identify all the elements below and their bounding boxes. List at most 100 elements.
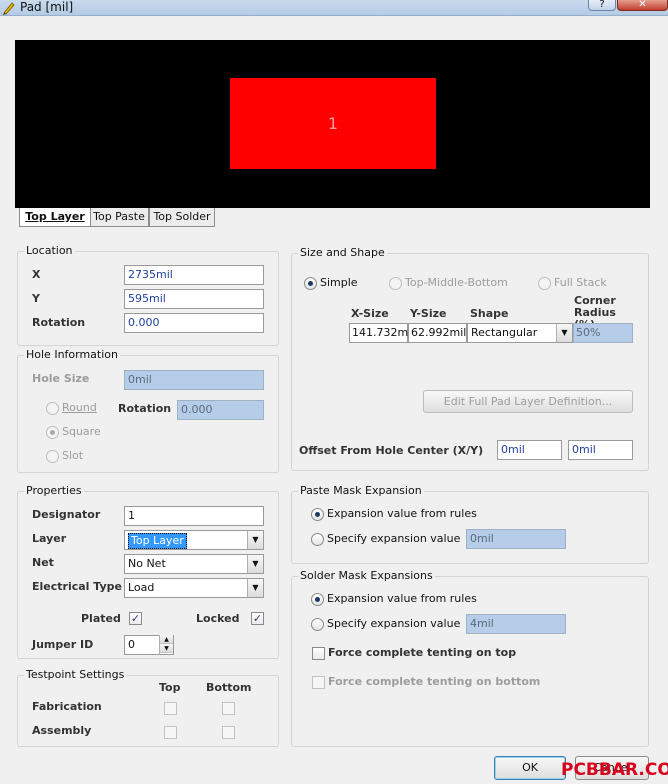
solder-specify-label: Specify expansion value xyxy=(327,617,461,630)
pad-app-icon xyxy=(3,2,15,15)
shape-select[interactable]: Rectangular ▼ xyxy=(467,323,573,343)
col-shape-header: Shape xyxy=(470,307,509,320)
shape-tmb-radio[interactable] xyxy=(389,277,402,290)
tab-top-layer[interactable]: Top Layer xyxy=(19,208,91,227)
tent-bottom-label: Force complete tenting on bottom xyxy=(328,675,541,688)
spin-up-icon[interactable]: ▲ xyxy=(160,635,173,644)
pad-number: 1 xyxy=(327,114,339,133)
fabrication-top-checkbox[interactable] xyxy=(164,702,177,715)
paste-mask-group: Paste Mask Expansion xyxy=(291,484,649,564)
shape-full-stack-radio[interactable] xyxy=(538,277,551,290)
offset-hole-center-label: Offset From Hole Center (X/Y) xyxy=(299,444,484,457)
fabrication-bottom-checkbox[interactable] xyxy=(222,702,235,715)
solder-specify-input[interactable]: 4mil xyxy=(466,614,566,634)
paste-specify-input[interactable]: 0mil xyxy=(466,529,566,549)
solder-rules-radio[interactable] xyxy=(311,593,324,606)
plated-checkbox[interactable]: ✓ xyxy=(129,612,142,625)
spin-down-icon[interactable]: ▼ xyxy=(160,644,173,653)
hole-round-radio[interactable] xyxy=(46,402,59,415)
jumper-id-value: 0 xyxy=(128,638,135,651)
hole-square-radio[interactable] xyxy=(46,426,59,439)
size-shape-group-label: Size and Shape xyxy=(298,246,387,260)
net-label: Net xyxy=(32,556,54,569)
pad-shape-preview: 1 xyxy=(230,78,436,169)
locked-check-icon: ✓ xyxy=(252,612,263,625)
properties-group-label: Properties xyxy=(24,484,84,498)
y-label: Y xyxy=(32,292,40,305)
corner-radius-cell[interactable]: 50% xyxy=(573,323,633,343)
tab-top-paste[interactable]: Top Paste xyxy=(89,208,149,227)
jumper-id-label: Jumper ID xyxy=(32,638,94,651)
net-select[interactable]: No Net ▼ xyxy=(124,554,264,574)
locked-label: Locked xyxy=(196,612,240,625)
y-size-cell[interactable]: 62.992mil xyxy=(408,323,467,343)
layer-label: Layer xyxy=(32,532,67,545)
hole-square-label: Square xyxy=(62,425,101,438)
testpoint-bottom-header: Bottom xyxy=(206,681,252,694)
testpoint-top-header: Top xyxy=(159,681,181,694)
location-x-input[interactable]: 2735mil xyxy=(124,265,264,285)
hole-slot-label: Slot xyxy=(62,449,84,462)
electrical-type-label: Electrical Type xyxy=(32,580,122,593)
hole-round-label: Round xyxy=(62,401,97,414)
title-bar xyxy=(0,0,668,16)
rotation-label: Rotation xyxy=(32,316,86,329)
paste-specify-radio[interactable] xyxy=(311,533,324,546)
jumper-id-spinner[interactable]: ▲ ▼ xyxy=(159,635,173,655)
tent-top-label: Force complete tenting on top xyxy=(328,646,517,659)
layer-select[interactable]: Top Layer ▼ xyxy=(124,530,264,550)
ok-button[interactable]: OK xyxy=(494,756,566,780)
hole-rotation-label: Rotation xyxy=(118,402,172,415)
tent-bottom-checkbox[interactable] xyxy=(312,676,325,689)
hole-rotation-input[interactable]: 0.000 xyxy=(177,400,264,420)
window-title: Pad [mil] xyxy=(20,0,74,14)
tab-top-solder[interactable]: Top Solder xyxy=(149,208,215,227)
shape-dropdown-icon[interactable]: ▼ xyxy=(556,324,572,342)
layer-tab-strip: Top Layer Top Paste Top Solder xyxy=(15,208,650,227)
testpoint-group-label: Testpoint Settings xyxy=(24,668,127,682)
shape-simple-label: Simple xyxy=(320,276,358,289)
location-rotation-input[interactable]: 0.000 xyxy=(124,313,264,333)
offset-x-input[interactable]: 0mil xyxy=(497,440,562,460)
location-y-input[interactable]: 595mil xyxy=(124,289,264,309)
watermark-text: PCBBAR.COM xyxy=(561,760,668,780)
shape-select-value: Rectangular xyxy=(471,326,538,339)
shape-simple-radio[interactable] xyxy=(304,277,317,290)
paste-rules-label: Expansion value from rules xyxy=(327,507,477,520)
offset-y-input[interactable]: 0mil xyxy=(568,440,633,460)
solder-specify-radio[interactable] xyxy=(311,618,324,631)
layer-dropdown-icon[interactable]: ▼ xyxy=(247,531,263,549)
location-group-label: Location xyxy=(24,244,75,258)
tent-top-checkbox[interactable] xyxy=(312,647,325,660)
paste-rules-radio[interactable] xyxy=(311,508,324,521)
hole-slot-radio[interactable] xyxy=(46,450,59,463)
paste-mask-group-label: Paste Mask Expansion xyxy=(298,484,424,498)
fabrication-label: Fabrication xyxy=(32,700,102,713)
layer-select-value: Top Layer xyxy=(128,533,187,549)
assembly-bottom-checkbox[interactable] xyxy=(222,726,235,739)
plated-check-icon: ✓ xyxy=(130,612,141,625)
plated-label: Plated xyxy=(81,612,121,625)
hole-size-label: Hole Size xyxy=(32,372,90,385)
edit-full-pad-layer-button[interactable]: Edit Full Pad Layer Definition... xyxy=(423,390,633,413)
assembly-label: Assembly xyxy=(32,724,92,737)
hole-size-input[interactable]: 0mil xyxy=(124,370,264,390)
electrical-type-value: Load xyxy=(128,581,155,594)
net-select-value: No Net xyxy=(128,557,166,570)
locked-checkbox[interactable]: ✓ xyxy=(251,612,264,625)
shape-full-stack-label: Full Stack xyxy=(554,276,607,289)
electrical-type-select[interactable]: Load ▼ xyxy=(124,578,264,598)
assembly-top-checkbox[interactable] xyxy=(164,726,177,739)
solder-mask-group-label: Solder Mask Expansions xyxy=(298,569,435,583)
x-size-cell[interactable]: 141.732mil xyxy=(349,323,414,343)
col-y-size-header: Y-Size xyxy=(410,307,447,320)
x-label: X xyxy=(32,268,41,281)
help-button[interactable]: ? xyxy=(588,0,616,11)
electrical-type-dropdown-icon[interactable]: ▼ xyxy=(247,579,263,597)
net-dropdown-icon[interactable]: ▼ xyxy=(247,555,263,573)
designator-input[interactable]: 1 xyxy=(124,506,264,526)
close-button[interactable]: ✕ xyxy=(617,0,668,11)
col-x-size-header: X-Size xyxy=(351,307,389,320)
shape-tmb-label: Top-Middle-Bottom xyxy=(405,276,508,289)
designator-label: Designator xyxy=(32,508,101,521)
